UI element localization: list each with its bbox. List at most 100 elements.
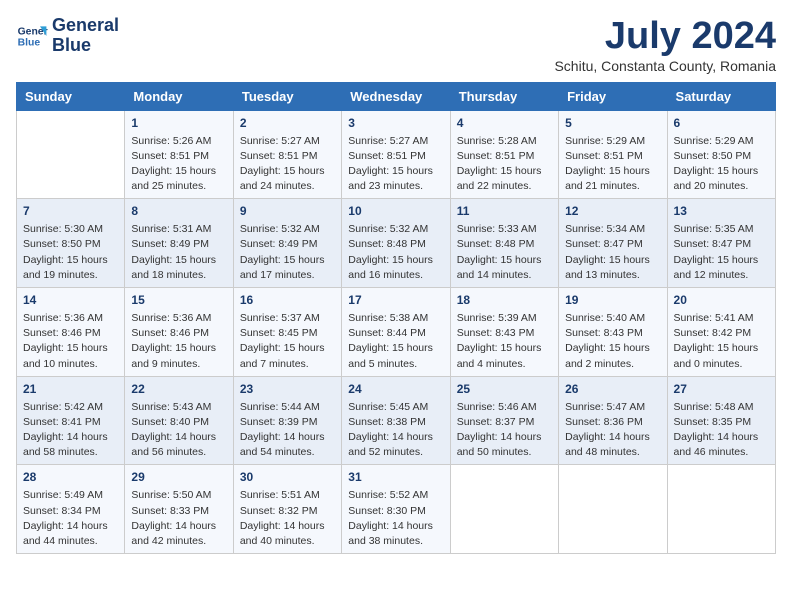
- day-info: Sunrise: 5:40 AM Sunset: 8:43 PM Dayligh…: [565, 311, 660, 372]
- calendar-cell: 16 Sunrise: 5:37 AM Sunset: 8:45 PM Dayli…: [233, 288, 341, 377]
- day-number: 12: [565, 203, 660, 220]
- day-number: 29: [131, 469, 226, 486]
- day-number: 14: [23, 292, 118, 309]
- day-info: Sunrise: 5:32 AM Sunset: 8:49 PM Dayligh…: [240, 222, 335, 283]
- day-number: 4: [457, 115, 552, 132]
- day-number: 22: [131, 381, 226, 398]
- day-info: Sunrise: 5:50 AM Sunset: 8:33 PM Dayligh…: [131, 488, 226, 549]
- day-number: 7: [23, 203, 118, 220]
- day-number: 18: [457, 292, 552, 309]
- day-number: 9: [240, 203, 335, 220]
- day-number: 30: [240, 469, 335, 486]
- day-info: Sunrise: 5:46 AM Sunset: 8:37 PM Dayligh…: [457, 400, 552, 461]
- calendar-cell: 13Sunrise: 5:35 AM Sunset: 8:47 PM Dayli…: [667, 199, 775, 288]
- day-number: 2: [240, 115, 335, 132]
- calendar-cell: 15Sunrise: 5:36 AM Sunset: 8:46 PM Dayli…: [125, 288, 233, 377]
- day-info: Sunrise: 5:42 AM Sunset: 8:41 PM Dayligh…: [23, 400, 118, 461]
- calendar-week-row: 7Sunrise: 5:30 AM Sunset: 8:50 PM Daylig…: [17, 199, 776, 288]
- calendar-cell: 14 Sunrise: 5:36 AM Sunset: 8:46 PM Dayli…: [17, 288, 125, 377]
- day-info: Sunrise: 5:39 AM Sunset: 8:43 PM Dayligh…: [457, 311, 552, 372]
- calendar-cell: 28 Sunrise: 5:49 AM Sunset: 8:34 PM Dayli…: [17, 465, 125, 554]
- calendar-cell: 26 Sunrise: 5:47 AM Sunset: 8:36 PM Dayli…: [559, 376, 667, 465]
- day-number: 6: [674, 115, 769, 132]
- day-info: Sunrise: 5:48 AM Sunset: 8:35 PM Dayligh…: [674, 400, 769, 461]
- logo-text: General Blue: [52, 16, 119, 56]
- day-number: 10: [348, 203, 443, 220]
- weekday-header: Sunday: [17, 82, 125, 110]
- day-number: 1: [131, 115, 226, 132]
- calendar-cell: 19 Sunrise: 5:40 AM Sunset: 8:43 PM Dayli…: [559, 288, 667, 377]
- calendar-cell: 4Sunrise: 5:28 AM Sunset: 8:51 PM Daylig…: [450, 110, 558, 199]
- day-number: 31: [348, 469, 443, 486]
- calendar-cell: 6 Sunrise: 5:29 AM Sunset: 8:50 PM Daylig…: [667, 110, 775, 199]
- calendar-cell: 25 Sunrise: 5:46 AM Sunset: 8:37 PM Dayli…: [450, 376, 558, 465]
- day-number: 13: [674, 203, 769, 220]
- day-info: Sunrise: 5:41 AM Sunset: 8:42 PM Dayligh…: [674, 311, 769, 372]
- calendar-cell: 10 Sunrise: 5:32 AM Sunset: 8:48 PM Dayli…: [342, 199, 450, 288]
- day-info: Sunrise: 5:31 AM Sunset: 8:49 PM Dayligh…: [131, 222, 226, 283]
- day-info: Sunrise: 5:37 AM Sunset: 8:45 PM Dayligh…: [240, 311, 335, 372]
- day-number: 25: [457, 381, 552, 398]
- weekday-header: Tuesday: [233, 82, 341, 110]
- day-info: Sunrise: 5:33 AM Sunset: 8:48 PM Dayligh…: [457, 222, 552, 283]
- calendar-cell: 31Sunrise: 5:52 AM Sunset: 8:30 PM Dayli…: [342, 465, 450, 554]
- weekday-header: Wednesday: [342, 82, 450, 110]
- day-info: Sunrise: 5:51 AM Sunset: 8:32 PM Dayligh…: [240, 488, 335, 549]
- day-info: Sunrise: 5:45 AM Sunset: 8:38 PM Dayligh…: [348, 400, 443, 461]
- calendar-cell: 22 Sunrise: 5:43 AM Sunset: 8:40 PM Dayli…: [125, 376, 233, 465]
- logo: General Blue General Blue: [16, 16, 119, 56]
- calendar-week-row: 21Sunrise: 5:42 AM Sunset: 8:41 PM Dayli…: [17, 376, 776, 465]
- calendar-cell: 2 Sunrise: 5:27 AM Sunset: 8:51 PM Daylig…: [233, 110, 341, 199]
- day-number: 3: [348, 115, 443, 132]
- calendar-cell: 9 Sunrise: 5:32 AM Sunset: 8:49 PM Daylig…: [233, 199, 341, 288]
- location-subtitle: Schitu, Constanta County, Romania: [554, 58, 776, 74]
- weekday-header: Monday: [125, 82, 233, 110]
- calendar-cell: [17, 110, 125, 199]
- page-header: General Blue General Blue July 2024 Schi…: [16, 16, 776, 74]
- day-info: Sunrise: 5:36 AM Sunset: 8:46 PM Dayligh…: [131, 311, 226, 372]
- calendar-cell: 8 Sunrise: 5:31 AM Sunset: 8:49 PM Daylig…: [125, 199, 233, 288]
- weekday-header-row: SundayMondayTuesdayWednesdayThursdayFrid…: [17, 82, 776, 110]
- calendar-cell: [667, 465, 775, 554]
- day-number: 26: [565, 381, 660, 398]
- day-number: 16: [240, 292, 335, 309]
- day-info: Sunrise: 5:36 AM Sunset: 8:46 PM Dayligh…: [23, 311, 118, 372]
- calendar-cell: 1 Sunrise: 5:26 AM Sunset: 8:51 PM Daylig…: [125, 110, 233, 199]
- day-info: Sunrise: 5:26 AM Sunset: 8:51 PM Dayligh…: [131, 134, 226, 195]
- calendar-cell: 18 Sunrise: 5:39 AM Sunset: 8:43 PM Dayli…: [450, 288, 558, 377]
- day-info: Sunrise: 5:27 AM Sunset: 8:51 PM Dayligh…: [348, 134, 443, 195]
- calendar-week-row: 1 Sunrise: 5:26 AM Sunset: 8:51 PM Daylig…: [17, 110, 776, 199]
- day-number: 5: [565, 115, 660, 132]
- calendar-cell: 5 Sunrise: 5:29 AM Sunset: 8:51 PM Daylig…: [559, 110, 667, 199]
- calendar-table: SundayMondayTuesdayWednesdayThursdayFrid…: [16, 82, 776, 554]
- day-number: 24: [348, 381, 443, 398]
- day-info: Sunrise: 5:29 AM Sunset: 8:50 PM Dayligh…: [674, 134, 769, 195]
- calendar-week-row: 14 Sunrise: 5:36 AM Sunset: 8:46 PM Dayli…: [17, 288, 776, 377]
- day-info: Sunrise: 5:34 AM Sunset: 8:47 PM Dayligh…: [565, 222, 660, 283]
- day-info: Sunrise: 5:47 AM Sunset: 8:36 PM Dayligh…: [565, 400, 660, 461]
- day-info: Sunrise: 5:49 AM Sunset: 8:34 PM Dayligh…: [23, 488, 118, 549]
- day-number: 23: [240, 381, 335, 398]
- calendar-cell: 29 Sunrise: 5:50 AM Sunset: 8:33 PM Dayli…: [125, 465, 233, 554]
- weekday-header: Saturday: [667, 82, 775, 110]
- day-number: 19: [565, 292, 660, 309]
- day-info: Sunrise: 5:32 AM Sunset: 8:48 PM Dayligh…: [348, 222, 443, 283]
- calendar-cell: [559, 465, 667, 554]
- day-info: Sunrise: 5:27 AM Sunset: 8:51 PM Dayligh…: [240, 134, 335, 195]
- calendar-cell: 24 Sunrise: 5:45 AM Sunset: 8:38 PM Dayli…: [342, 376, 450, 465]
- calendar-cell: 17Sunrise: 5:38 AM Sunset: 8:44 PM Dayli…: [342, 288, 450, 377]
- calendar-cell: 27 Sunrise: 5:48 AM Sunset: 8:35 PM Dayli…: [667, 376, 775, 465]
- month-title: July 2024: [554, 16, 776, 58]
- calendar-cell: 11 Sunrise: 5:33 AM Sunset: 8:48 PM Dayli…: [450, 199, 558, 288]
- day-number: 27: [674, 381, 769, 398]
- day-info: Sunrise: 5:43 AM Sunset: 8:40 PM Dayligh…: [131, 400, 226, 461]
- day-number: 11: [457, 203, 552, 220]
- day-number: 28: [23, 469, 118, 486]
- day-number: 8: [131, 203, 226, 220]
- day-info: Sunrise: 5:44 AM Sunset: 8:39 PM Dayligh…: [240, 400, 335, 461]
- logo-icon: General Blue: [16, 20, 48, 52]
- weekday-header: Friday: [559, 82, 667, 110]
- calendar-cell: 21Sunrise: 5:42 AM Sunset: 8:41 PM Dayli…: [17, 376, 125, 465]
- calendar-cell: [450, 465, 558, 554]
- day-info: Sunrise: 5:29 AM Sunset: 8:51 PM Dayligh…: [565, 134, 660, 195]
